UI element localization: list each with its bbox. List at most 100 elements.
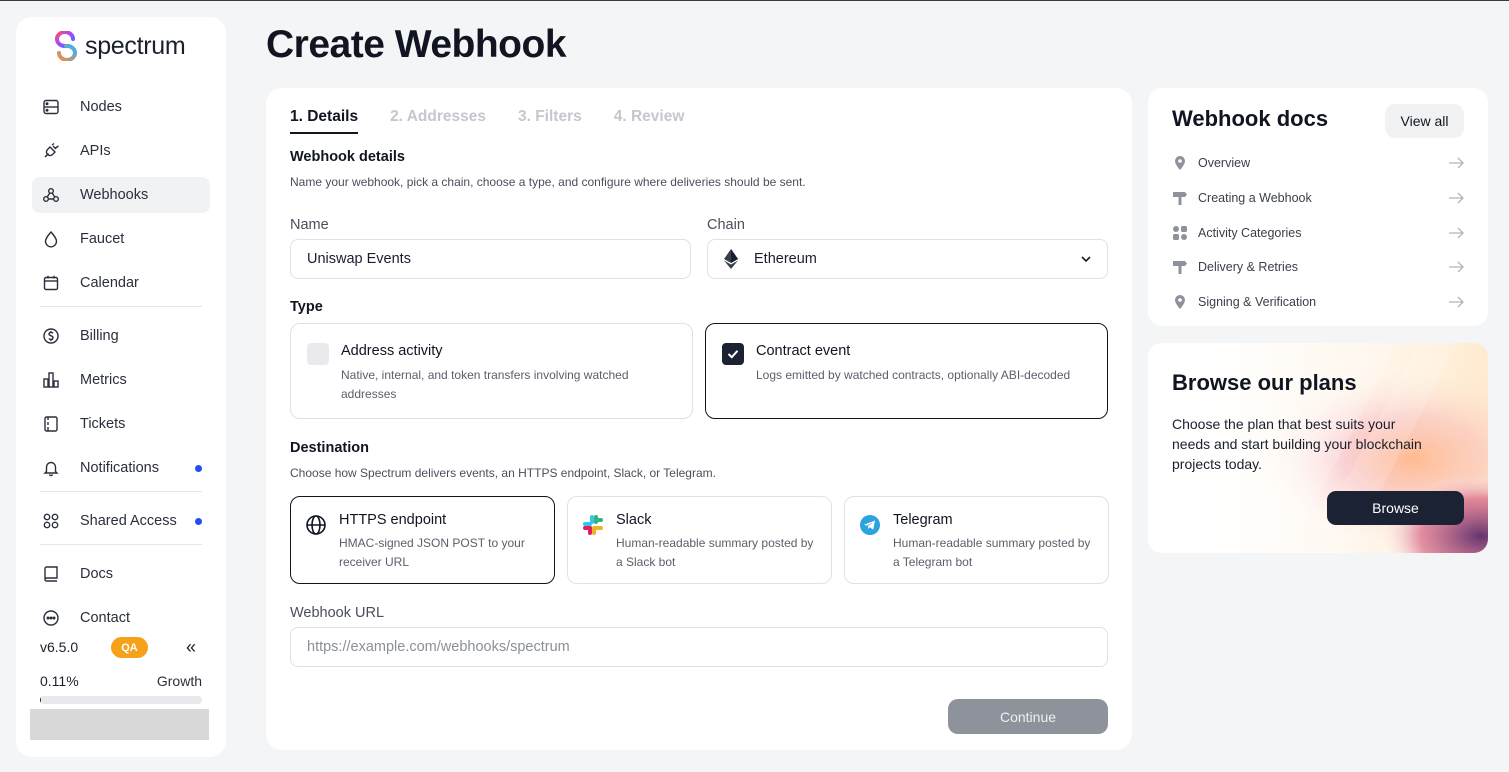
wizard-steps: 1. Details 2. Addresses 3. Filters 4. Re… — [290, 108, 684, 134]
chain-select-value: Ethereum — [754, 251, 817, 267]
notification-dot — [195, 464, 202, 472]
tab-filters[interactable]: 3. Filters — [518, 108, 582, 134]
arrow-right-icon — [1449, 296, 1464, 308]
sidebar-item-tickets[interactable]: Tickets — [32, 406, 210, 442]
usage-percent: 0.11% — [40, 673, 79, 689]
chevron-down-icon — [1081, 256, 1091, 263]
doc-link-label: Overview — [1198, 156, 1251, 170]
destination-option-title: HTTPS endpoint — [339, 512, 447, 528]
sidebar-item-label: Docs — [80, 566, 114, 582]
sidebar-item-contact[interactable]: Contact — [32, 600, 210, 636]
doc-link-activity-categories[interactable]: Activity Categories — [1172, 221, 1464, 245]
plan-name: Growth — [156, 673, 202, 689]
spectrum-logo-icon — [55, 31, 77, 61]
sidebar-item-label: Faucet — [80, 231, 125, 247]
browse-plans-card: Browse our plans Choose the plan that be… — [1148, 343, 1488, 553]
placeholder-block — [30, 709, 209, 740]
docs-title: Webhook docs — [1172, 106, 1329, 131]
destination-option-slack[interactable]: Slack Human-readable summary posted by a… — [567, 496, 832, 584]
type-option-title: Address activity — [341, 343, 443, 359]
globe-icon — [306, 515, 326, 535]
webhook-url-label: Webhook URL — [290, 605, 385, 621]
arrow-right-icon — [1449, 157, 1464, 169]
arrow-right-icon — [1449, 227, 1464, 239]
webhook-docs-panel: Webhook docs View all Overview Creating … — [1148, 88, 1488, 326]
continue-button[interactable]: Continue — [948, 699, 1108, 734]
type-option-title: Contract event — [756, 343, 851, 359]
brand-logo[interactable]: spectrum — [51, 31, 186, 61]
grid-circles-icon — [42, 512, 60, 530]
sidebar-item-nodes[interactable]: Nodes — [32, 89, 210, 125]
address-activity-checkbox[interactable] — [307, 343, 329, 365]
sidebar-item-billing[interactable]: Billing — [32, 318, 210, 354]
type-option-description: Logs emitted by watched contracts, optio… — [756, 368, 1071, 382]
sidebar-item-calendar[interactable]: Calendar — [32, 265, 210, 301]
checkmark-icon — [727, 350, 739, 359]
sidebar-divider — [40, 544, 202, 545]
destination-option-description: Human-readable summary posted by a Slack… — [616, 536, 814, 569]
doc-link-creating-a-webhook[interactable]: Creating a Webhook — [1172, 186, 1464, 210]
view-all-button[interactable]: View all — [1385, 104, 1464, 138]
sidebar-item-label: Tickets — [80, 416, 126, 432]
collapse-sidebar-button[interactable]: « — [186, 637, 196, 658]
name-input[interactable]: Uniswap Events — [290, 239, 691, 279]
environment-badge: QA — [111, 637, 148, 658]
notification-dot — [195, 517, 202, 525]
tab-addresses[interactable]: 2. Addresses — [390, 108, 486, 134]
destination-section-subtitle: Choose how Spectrum delivers events, an … — [290, 466, 716, 480]
sidebar-item-label: Nodes — [80, 99, 122, 115]
app-version: v6.5.0 — [40, 639, 79, 655]
sidebar-item-label: Shared Access — [80, 513, 177, 529]
type-option-address-activity[interactable]: Address activity Native, internal, and t… — [290, 323, 693, 419]
contract-event-checkbox[interactable] — [722, 343, 744, 365]
tab-details[interactable]: 1. Details — [290, 108, 359, 134]
arrow-right-icon — [1449, 261, 1464, 273]
sidebar-item-label: Calendar — [80, 275, 139, 291]
sidebar-item-apis[interactable]: APIs — [32, 133, 210, 169]
sidebar-divider — [40, 306, 202, 307]
tab-review[interactable]: 4. Review — [614, 108, 685, 134]
browse-plans-button[interactable]: Browse — [1327, 491, 1464, 525]
doc-link-label: Delivery & Retries — [1198, 260, 1299, 274]
details-section-subtitle: Name your webhook, pick a chain, choose … — [290, 175, 806, 189]
plans-description: Choose the plan that best suits your nee… — [1172, 416, 1422, 472]
sidebar-item-webhooks[interactable]: Webhooks — [32, 177, 210, 213]
doc-link-delivery-retries[interactable]: Delivery & Retries — [1172, 255, 1464, 279]
chain-select[interactable]: Ethereum — [707, 239, 1108, 279]
sidebar-item-faucet[interactable]: Faucet — [32, 221, 210, 257]
sidebar-item-docs[interactable]: Docs — [32, 556, 210, 592]
sidebar-item-shared-access[interactable]: Shared Access — [32, 503, 210, 539]
sidebar-item-label: Billing — [80, 328, 119, 344]
destination-option-https[interactable]: HTTPS endpoint HMAC-signed JSON POST to … — [290, 496, 555, 584]
destination-option-telegram[interactable]: Telegram Human-readable summary posted b… — [844, 496, 1109, 584]
type-option-contract-event[interactable]: Contract event Logs emitted by watched c… — [705, 323, 1108, 419]
sidebar-item-metrics[interactable]: Metrics — [32, 362, 210, 398]
sidebar: spectrum Nodes APIs Webhooks Faucet Cale… — [16, 17, 226, 757]
destination-option-description: Human-readable summary posted by a Teleg… — [893, 536, 1091, 569]
sidebar-item-notifications[interactable]: Notifications — [32, 450, 210, 486]
webhook-url-input[interactable]: https://example.com/webhooks/spectrum — [290, 627, 1108, 667]
sidebar-item-label: Metrics — [80, 372, 127, 388]
doc-link-label: Signing & Verification — [1198, 295, 1317, 309]
doc-link-signing-verification[interactable]: Signing & Verification — [1172, 290, 1464, 314]
destination-option-title: Telegram — [893, 512, 953, 528]
destination-section-title: Destination — [290, 440, 369, 456]
doc-link-label: Creating a Webhook — [1198, 191, 1312, 205]
chat-icon — [42, 609, 60, 627]
calendar-icon — [42, 274, 60, 292]
pin-icon — [1175, 156, 1185, 170]
name-input-value: Uniswap Events — [307, 251, 411, 267]
drop-icon — [42, 230, 60, 248]
chain-label: Chain — [707, 217, 745, 233]
sidebar-item-label: Webhooks — [80, 187, 149, 203]
book-icon — [42, 565, 60, 583]
pin-icon — [1175, 295, 1185, 309]
doc-link-overview[interactable]: Overview — [1172, 151, 1464, 175]
brand-name: spectrum — [85, 31, 186, 60]
telegram-icon — [860, 515, 880, 535]
server-icon — [42, 98, 60, 116]
plug-icon — [42, 142, 60, 160]
type-section-title: Type — [290, 299, 323, 315]
categories-icon — [1173, 226, 1187, 240]
name-label: Name — [290, 217, 329, 233]
